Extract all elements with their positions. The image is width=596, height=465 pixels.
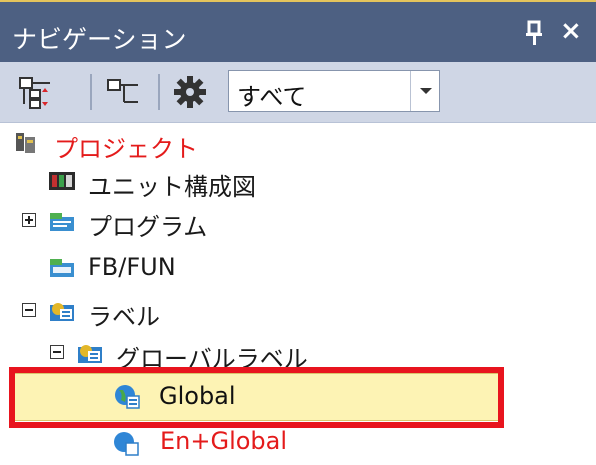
toolbar-separator — [158, 74, 160, 110]
global-label-folder-icon — [78, 345, 102, 363]
project-tree: プロジェクト ユニット構成図 プログラム FB/FUN ラベル グローバルラベル… — [0, 122, 596, 456]
tree-node-unit-config[interactable]: ユニット構成図 — [48, 163, 448, 201]
tree-node-label: FB/FUN — [88, 253, 176, 281]
navigation-panel: ナビゲーション × すべて プロジェクト ユニット構成図 プログラム FB/FU… — [0, 0, 596, 456]
navigation-toolbar: すべて — [0, 62, 596, 122]
tree-node-project[interactable]: プロジェクト — [14, 125, 414, 163]
collapse-icon[interactable] — [22, 303, 36, 317]
highlight-annotation — [9, 367, 504, 428]
tree-node-label: プログラム — [88, 213, 208, 241]
close-icon[interactable]: × — [560, 16, 582, 46]
tree-node-label-folder[interactable]: ラベル — [20, 293, 420, 331]
fb-fun-icon — [50, 259, 74, 277]
project-icon — [16, 133, 35, 153]
expand-all-icon[interactable] — [16, 72, 56, 112]
tree-node-label: ラベル — [88, 303, 160, 331]
gear-icon[interactable] — [170, 72, 210, 112]
toolbar-separator — [90, 74, 92, 110]
tree-node-label: プロジェクト — [54, 135, 198, 163]
tree-node-program[interactable]: プログラム — [20, 203, 420, 241]
unit-config-icon — [49, 172, 75, 190]
filter-dropdown[interactable]: すべて — [228, 70, 440, 112]
filter-value: すべて — [237, 83, 307, 111]
collapse-icon[interactable] — [50, 345, 64, 359]
program-icon — [50, 213, 74, 231]
tree-node-label: En+Global — [160, 427, 288, 455]
tree-node-en-global[interactable]: En+Global — [112, 427, 512, 465]
expand-icon[interactable] — [22, 213, 36, 227]
panel-titlebar: ナビゲーション × — [0, 0, 596, 62]
collapse-all-icon[interactable] — [104, 72, 144, 112]
pin-icon[interactable] — [524, 20, 544, 46]
label-folder-icon — [50, 303, 74, 321]
tree-node-fb-fun[interactable]: FB/FUN — [48, 249, 448, 287]
chevron-down-icon[interactable] — [410, 71, 439, 111]
panel-title: ナビゲーション — [12, 25, 187, 54]
tree-node-label: ユニット構成図 — [88, 173, 256, 201]
